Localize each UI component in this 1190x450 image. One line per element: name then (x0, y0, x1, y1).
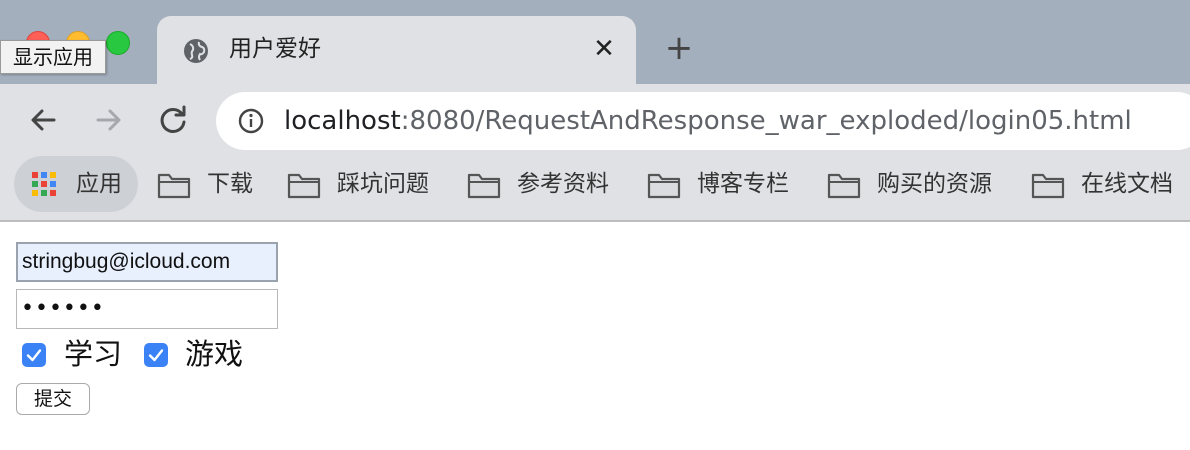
folder-icon (467, 173, 501, 199)
folder-icon (1031, 173, 1065, 199)
url-text[interactable]: localhost:8080/RequestAndResponse_war_ex… (284, 103, 1132, 139)
bookmark-apps-label: 应用 (76, 171, 122, 197)
back-arrow-icon[interactable] (26, 102, 62, 138)
url-host: localhost (284, 106, 401, 136)
email-field[interactable]: stringbug@icloud.com (16, 242, 278, 282)
bookmark-apps[interactable]: 应用 (14, 156, 138, 212)
url-path: :8080/RequestAndResponse_war_exploded/lo… (400, 106, 1132, 136)
bookmark-label: 博客专栏 (697, 171, 789, 197)
folder-icon (827, 173, 861, 199)
new-tab-button[interactable]: + (662, 31, 696, 67)
apps-grid-icon (32, 172, 56, 196)
close-tab-icon[interactable]: ✕ (589, 34, 619, 64)
folder-icon (157, 173, 191, 199)
forward-arrow-icon[interactable] (90, 102, 126, 138)
bookmark-label: 踩坑问题 (337, 171, 429, 197)
bookmark-label: 参考资料 (517, 171, 609, 197)
globe-icon (184, 39, 208, 63)
folder-icon (287, 173, 321, 199)
bookmark-label: 在线文档 (1081, 171, 1173, 197)
password-field[interactable]: •••••• (16, 289, 278, 329)
bookmark-label: 购买的资源 (877, 171, 992, 197)
hobby-study-label: 学习 (64, 337, 123, 371)
checkmark-icon (26, 349, 42, 362)
bookmarks-bar: 应用 下载 踩坑问题 参考资料 博客专栏 购买的资源 在线文档 (0, 156, 1190, 222)
checkmark-icon (148, 349, 164, 362)
info-icon[interactable] (238, 108, 264, 134)
hobby-game-checkbox[interactable] (144, 343, 168, 367)
browser-toolbar: localhost:8080/RequestAndResponse_war_ex… (0, 84, 1190, 156)
address-bar[interactable]: localhost:8080/RequestAndResponse_war_ex… (216, 92, 1190, 150)
hobby-study-checkbox[interactable] (22, 343, 46, 367)
zoom-window-button[interactable] (106, 31, 130, 55)
tab-title: 用户爱好 (229, 36, 321, 62)
hobby-game-label: 游戏 (185, 337, 244, 371)
tab-strip: 用户爱好 ✕ + 显示应用 (0, 0, 1190, 84)
active-tab[interactable]: 用户爱好 ✕ (157, 16, 636, 84)
show-apps-tooltip: 显示应用 (0, 40, 106, 74)
folder-icon (647, 173, 681, 199)
submit-button[interactable]: 提交 (16, 383, 90, 415)
reload-icon[interactable] (155, 102, 191, 138)
bookmark-label: 下载 (207, 171, 253, 197)
